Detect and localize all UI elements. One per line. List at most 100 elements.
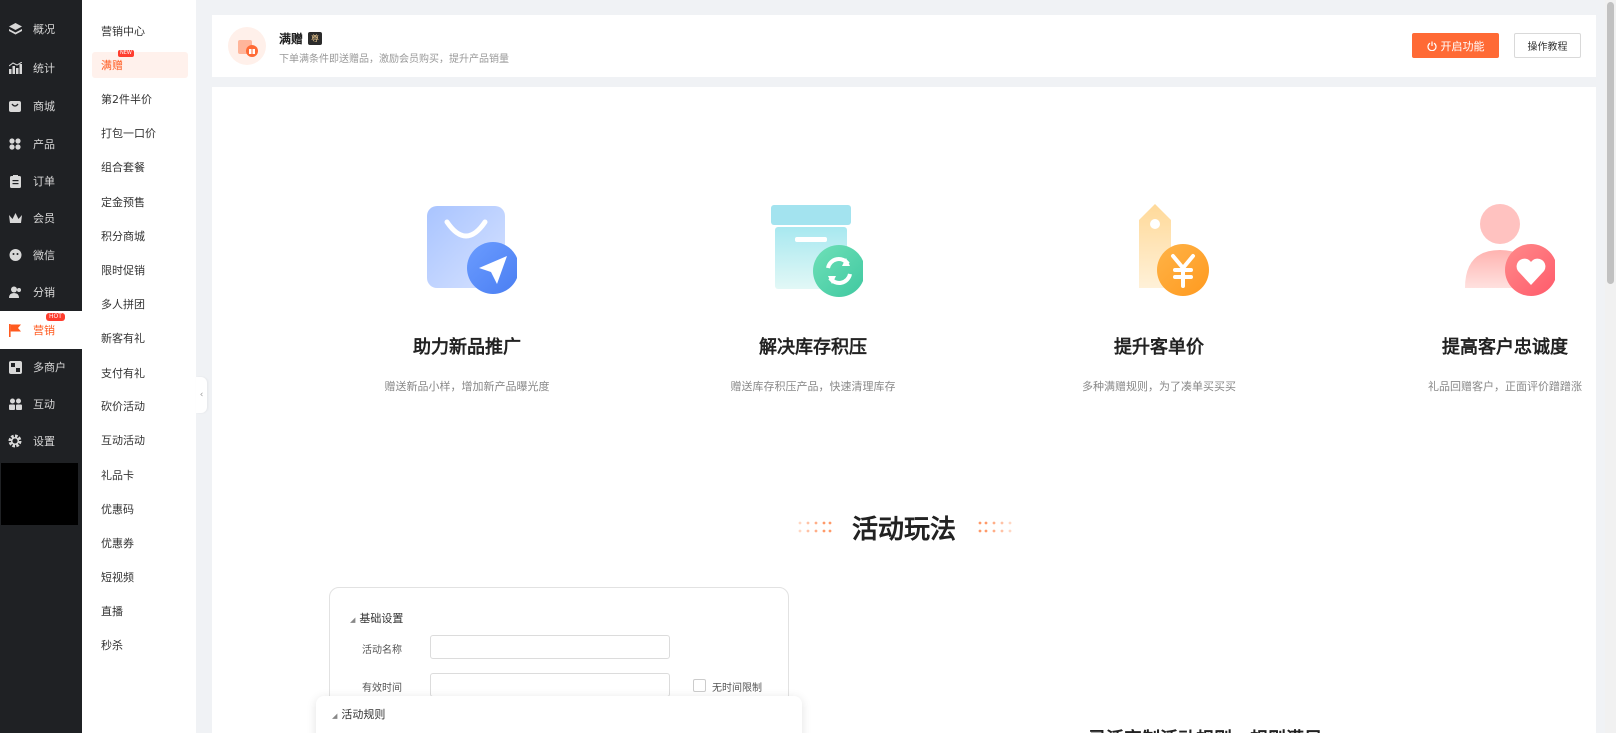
nav-item-interaction[interactable]: 互动: [0, 386, 82, 422]
collapse-sidebar-button[interactable]: ‹: [196, 377, 207, 413]
customer-heart-icon: [1465, 204, 1555, 296]
shopping-bag-send-icon: [427, 206, 517, 294]
subnav-label: 营销中心: [101, 25, 145, 38]
subnav-label: 积分商城: [101, 230, 145, 243]
subnav-label: 支付有礼: [101, 367, 145, 380]
subnav-item[interactable]: 第2件半价: [92, 86, 188, 112]
subnav-item[interactable]: 礼品卡: [92, 462, 188, 488]
vip-badge: 尊: [308, 32, 323, 45]
subnav-label: 打包一口价: [101, 127, 156, 140]
feature-desc: 赠送新品小样，增加新产品曝光度: [384, 380, 550, 393]
chat-icon: [8, 248, 22, 262]
nav-label: 产品: [33, 138, 55, 151]
page-title: 满赠 尊: [279, 30, 323, 47]
subnav-label: 限时促销: [101, 264, 145, 277]
power-icon: [1426, 41, 1437, 51]
subnav-label: 优惠券: [101, 537, 134, 550]
nav-label: 订单: [33, 175, 55, 188]
subnav-label: 砍价活动: [101, 400, 145, 413]
subnav-item[interactable]: 新客有礼: [92, 325, 188, 351]
section-title: 活动玩法: [851, 515, 956, 545]
subnav-item[interactable]: 支付有礼: [92, 360, 188, 386]
nav-item-settings[interactable]: 设置: [0, 423, 82, 459]
nav-item-distribution[interactable]: 分销: [0, 274, 82, 310]
subnav-label: 满赠: [101, 59, 123, 72]
shop-icon: [8, 99, 22, 113]
subnav-label: 第2件半价: [101, 93, 152, 106]
nav-label: 设置: [33, 435, 55, 448]
subnav-item[interactable]: 直播: [92, 598, 188, 624]
subnav-item[interactable]: 秒杀: [92, 632, 188, 658]
primary-sidebar: 概况 统计 商城 产品 订单 会员 微信 分销 营销 HOT 多商户 互动 设置: [0, 0, 82, 733]
nav-item-orders[interactable]: 订单: [0, 163, 82, 199]
feature-title: 提高客户忠诚度: [1442, 337, 1568, 358]
feature-heading-partial: 灵活定制活动规则，规则满足: [1088, 725, 1322, 733]
feature-desc: 礼品回赠客户，正面评价蹭蹭涨: [1428, 380, 1582, 393]
main-content: 助力新品推广 赠送新品小样，增加新产品曝光度 解决库存积压 赠送库存积压产品，快…: [212, 87, 1596, 733]
enable-feature-button[interactable]: 开启功能: [1412, 33, 1499, 58]
subnav-item[interactable]: 优惠券: [92, 530, 188, 556]
section-label: 基础设置: [359, 612, 404, 625]
subnav-label: 新客有礼: [101, 332, 145, 345]
subnav-label: 直播: [101, 605, 123, 618]
page-scrollbar[interactable]: [1605, 0, 1616, 733]
subnav-label: 多人拼团: [101, 298, 145, 311]
subnav-item[interactable]: 互动活动: [92, 427, 188, 453]
nav-item-wechat[interactable]: 微信: [0, 237, 82, 273]
hot-badge: HOT: [46, 313, 65, 321]
nav-item-products[interactable]: 产品: [0, 126, 82, 162]
subnav-label: 组合套餐: [101, 161, 145, 174]
caret-icon: ◢: [332, 712, 338, 720]
layers-icon: [8, 22, 22, 36]
subnav-label: 互动活动: [101, 434, 145, 447]
section-activity-rules: ◢ 活动规则: [332, 706, 385, 722]
title-text: 满赠: [279, 32, 304, 46]
feature-title: 解决库存积压: [759, 337, 867, 358]
no-time-limit-checkbox[interactable]: [693, 679, 706, 692]
checkbox-label: 无时间限制: [712, 683, 762, 694]
clipboard-icon: [8, 174, 22, 188]
nav-label: 会员: [33, 212, 55, 225]
nav-item-statistics[interactable]: 统计: [0, 50, 82, 86]
subnav-label: 短视频: [101, 571, 134, 584]
nav-item-overview[interactable]: 概况: [0, 11, 82, 47]
subnav-item[interactable]: 定金预售: [92, 189, 188, 215]
nav-item-marketing[interactable]: 营销 HOT: [0, 311, 82, 349]
nav-label: 商城: [33, 100, 55, 113]
chevron-left-icon: ‹: [199, 390, 204, 400]
secondary-sidebar: 营销中心 满赠 NEW 第2件半价 打包一口价 组合套餐 定金预售 积分商城 限时…: [82, 0, 196, 733]
crown-icon: [8, 211, 22, 225]
scrollbar-thumb[interactable]: [1607, 2, 1614, 284]
grid-icon: [8, 137, 22, 151]
activity-name-input[interactable]: [430, 635, 670, 659]
feature-title: 提升客单价: [1114, 337, 1204, 358]
subnav-item[interactable]: 短视频: [92, 564, 188, 590]
nav-item-mall[interactable]: 商城: [0, 88, 82, 124]
tutorial-button[interactable]: 操作教程: [1514, 33, 1581, 58]
redacted-block: [1, 463, 78, 525]
subnav-item[interactable]: 多人拼团: [92, 291, 188, 317]
subnav-item[interactable]: 营销中心: [92, 18, 188, 44]
subnav-item[interactable]: 打包一口价: [92, 120, 188, 146]
feature-title: 助力新品推广: [413, 337, 521, 358]
subnav-label: 优惠码: [101, 503, 134, 516]
subnav-item[interactable]: 积分商城: [92, 223, 188, 249]
valid-time-input[interactable]: [430, 673, 670, 697]
users-icon: [8, 285, 22, 299]
page-description: 下单满条件即送赠品，激励会员购买，提升产品销量: [279, 54, 509, 65]
new-badge: NEW: [118, 50, 134, 57]
subnav-item-active[interactable]: 满赠 NEW: [92, 50, 188, 78]
subnav-item[interactable]: 优惠码: [92, 496, 188, 522]
nav-item-multi-merchant[interactable]: 多商户: [0, 349, 82, 385]
subnav-item[interactable]: 组合套餐: [92, 154, 188, 180]
nav-item-members[interactable]: 会员: [0, 200, 82, 236]
interact-icon: [8, 397, 22, 411]
field-label-name: 活动名称: [362, 645, 402, 656]
caret-icon: ◢: [350, 616, 356, 624]
subnav-item[interactable]: 砍价活动: [92, 393, 188, 419]
nav-label: 统计: [33, 62, 55, 75]
button-label: 操作教程: [1527, 42, 1568, 53]
decor-dots-right: [978, 521, 1012, 533]
subnav-item[interactable]: 限时促销: [92, 257, 188, 283]
nav-label: 多商户: [33, 361, 66, 374]
